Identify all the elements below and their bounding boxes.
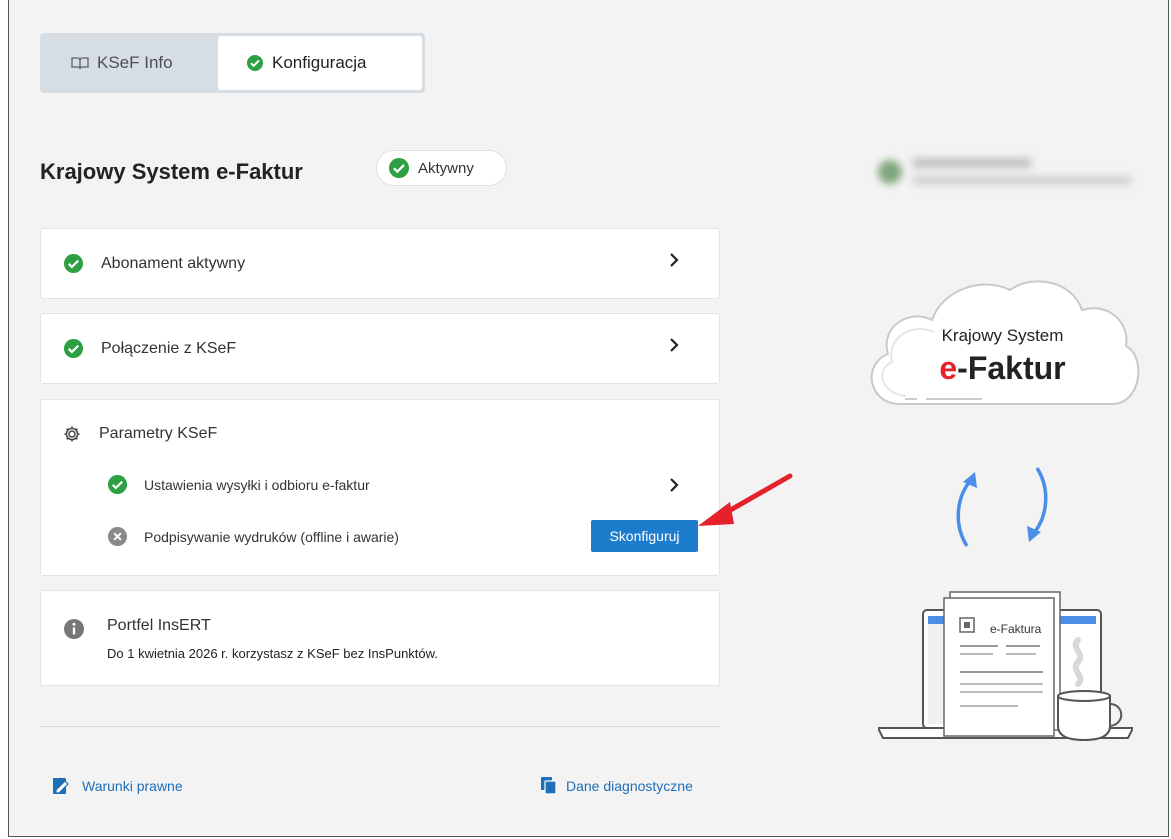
parameter-item-signing-label: Podpisywanie wydruków (offline i awarie) (144, 528, 399, 545)
user-account-blurred (872, 150, 1137, 196)
cloud-line2: e-Faktur (860, 350, 1145, 386)
chevron-right-icon[interactable] (668, 251, 680, 275)
legal-terms-link[interactable]: Warunki prawne (52, 776, 183, 796)
parameter-item-sending[interactable]: Ustawienia wysyłki i odbioru e-faktur (107, 474, 370, 495)
wallet-card: Portfel InsERT Do 1 kwietnia 2026 r. kor… (40, 590, 720, 686)
chevron-right-icon[interactable] (668, 476, 680, 500)
diagnostics-link[interactable]: Dane diagnostyczne (540, 776, 693, 796)
page-title: Krajowy System e-Faktur (40, 159, 303, 184)
tab-konfiguracja[interactable]: Konfiguracja (218, 36, 422, 90)
laptop-illustration: e-Faktura (878, 588, 1133, 748)
divider (40, 726, 720, 727)
cloud-line2-rest: -Faktur (957, 350, 1066, 386)
check-circle-icon (388, 157, 410, 179)
tab-ksef-info-label: KSeF Info (97, 53, 173, 72)
parameter-item-sending-label: Ustawienia wysyłki i odbioru e-faktur (144, 476, 370, 493)
sync-arrows-icon (956, 467, 1048, 547)
wallet-text: Do 1 kwietnia 2026 r. korzystasz z KSeF … (107, 646, 438, 661)
annotation-arrow-icon (698, 473, 793, 526)
gear-icon (63, 425, 81, 443)
cloud-line2-accent: e (939, 350, 958, 386)
copy-icon (540, 776, 558, 796)
subscription-card[interactable]: Abonament aktywny (40, 228, 720, 299)
parameter-item-signing: Podpisywanie wydruków (offline i awarie) (107, 526, 399, 547)
connection-card[interactable]: Połączenie z KSeF (40, 313, 720, 384)
subscription-row: Abonament aktywny (63, 253, 245, 274)
chevron-right-icon[interactable] (668, 336, 680, 360)
book-open-icon (71, 56, 89, 70)
check-circle-icon (246, 54, 264, 72)
tab-bar: KSeF Info Konfiguracja (40, 33, 425, 93)
check-circle-icon (107, 474, 128, 495)
x-circle-icon (107, 526, 128, 547)
connection-label: Połączenie z KSeF (101, 339, 237, 357)
wallet-title: Portfel InsERT (107, 617, 211, 634)
connection-row: Połączenie z KSeF (63, 338, 236, 359)
info-icon (63, 618, 85, 640)
document-label: e-Faktura (990, 622, 1042, 636)
check-circle-icon (63, 253, 84, 274)
check-circle-icon (63, 338, 84, 359)
configure-button[interactable]: Skonfiguruj (591, 520, 698, 552)
status-badge: Aktywny (376, 150, 507, 186)
tab-ksef-info[interactable]: KSeF Info (43, 36, 218, 90)
legal-terms-label: Warunki prawne (82, 778, 183, 794)
parameters-header: Parametry KSeF (63, 425, 217, 443)
diagnostics-label: Dane diagnostyczne (566, 778, 693, 794)
status-badge-label: Aktywny (418, 159, 474, 177)
ksef-cloud-illustration: Krajowy System e-Faktur (860, 272, 1145, 412)
document-edit-icon (52, 776, 74, 796)
tab-konfiguracja-label: Konfiguracja (272, 53, 367, 72)
cloud-line1: Krajowy System (941, 326, 1064, 345)
subscription-label: Abonament aktywny (101, 254, 246, 272)
parameters-title: Parametry KSeF (99, 425, 218, 442)
